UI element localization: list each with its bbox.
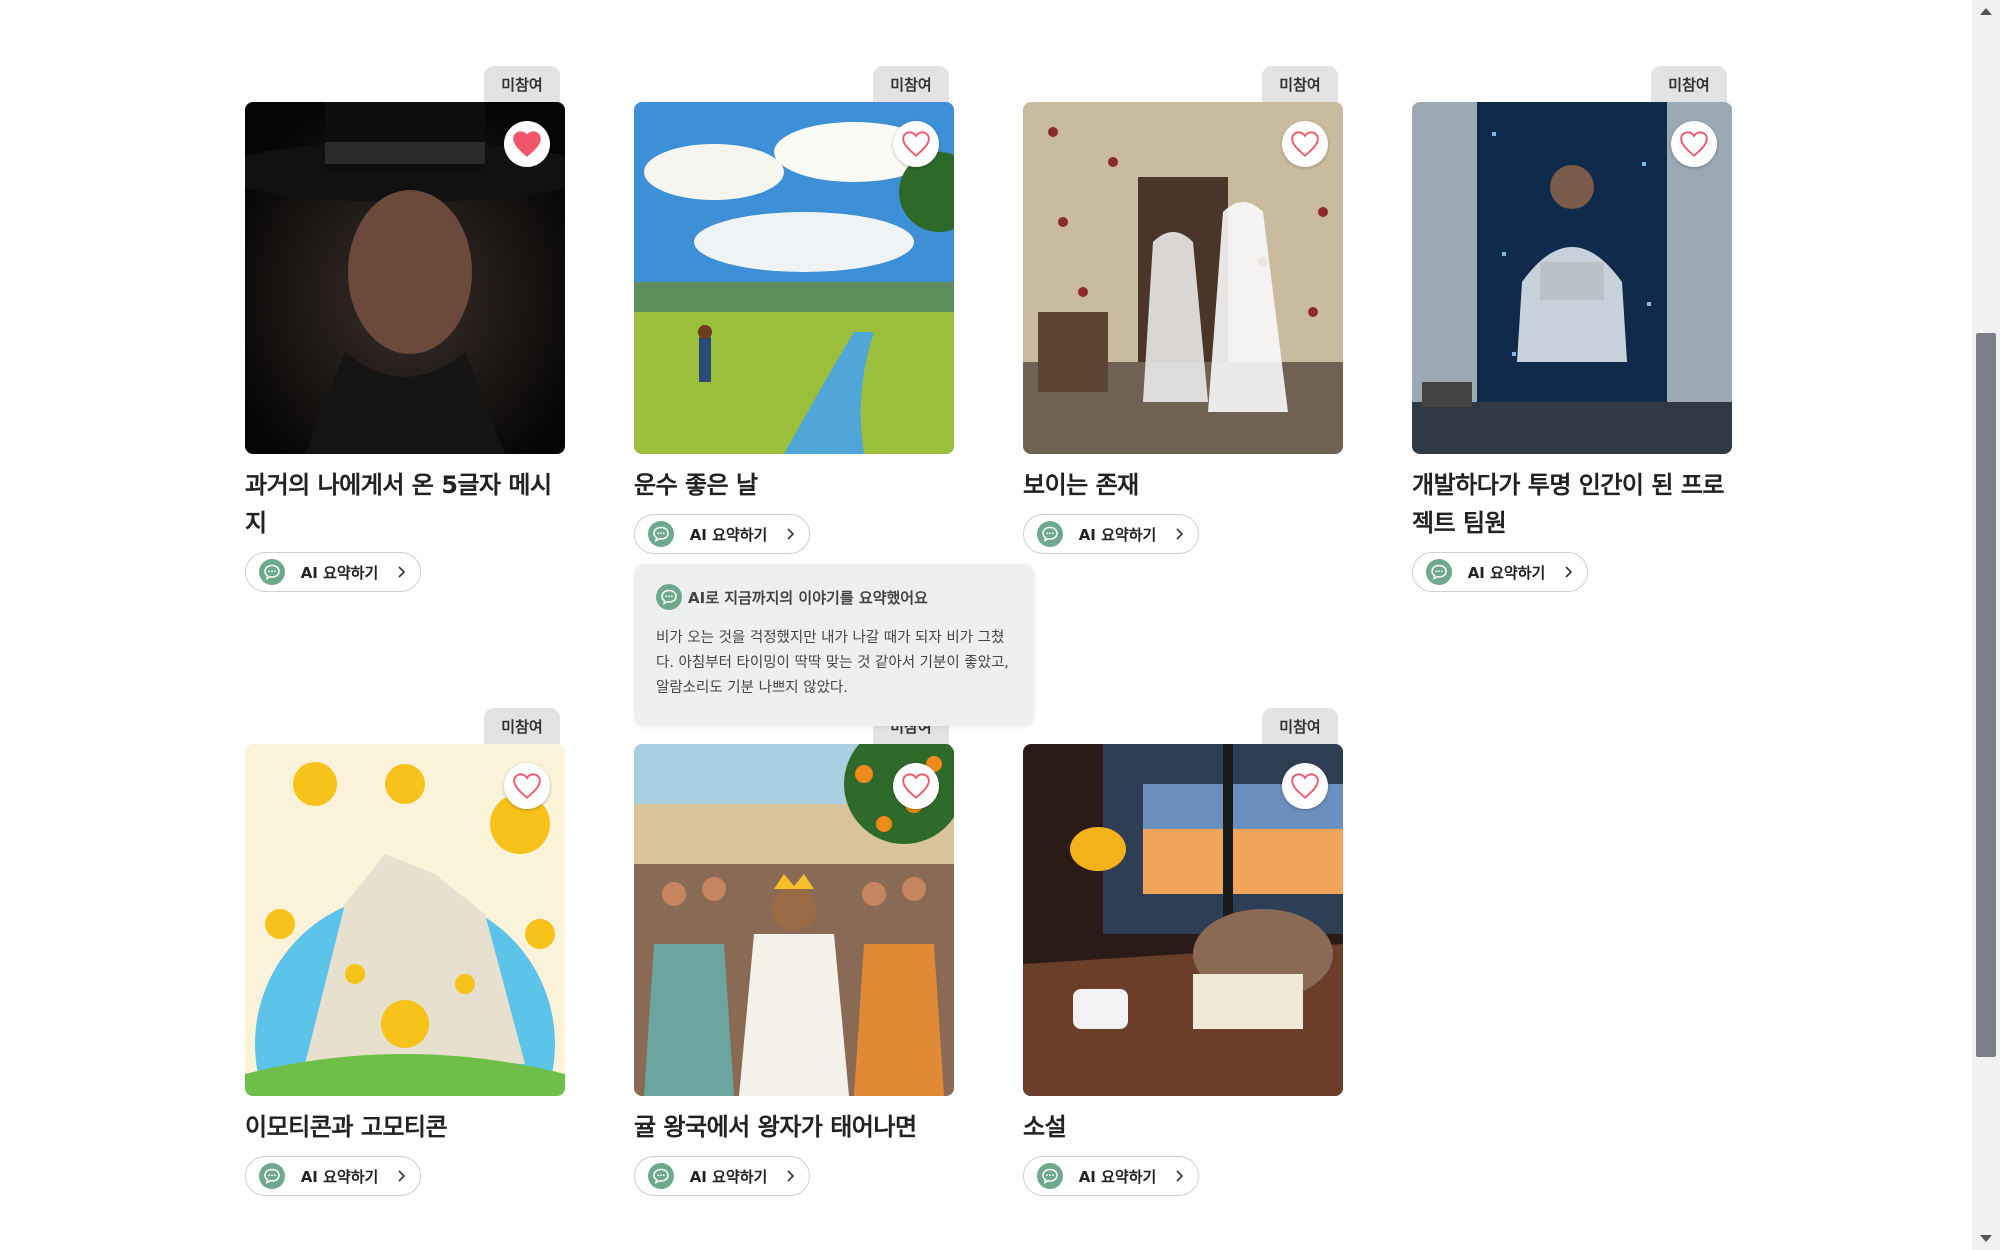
story-card[interactable]: 미참여 과거의 나에게서 온 5글자 메시지 AI 요약하기 (245, 66, 565, 592)
ai-summary-label: AI 요약하기 (300, 563, 379, 582)
story-title[interactable]: 운수 좋은 날 (634, 466, 954, 504)
vertical-scrollbar[interactable] (1972, 0, 2000, 1250)
popover-header: AI로 지금까지의 이야기를 요약했어요 (656, 584, 1012, 610)
story-title[interactable]: 귤 왕국에서 왕자가 태어나면 (634, 1108, 954, 1146)
heart-icon (902, 131, 930, 157)
story-card[interactable]: 미참여 이모티콘과 고모티콘 AI 요약하기 (245, 708, 565, 1196)
ai-summary-label: AI 요약하기 (689, 1167, 768, 1186)
ai-summary-popover: AI로 지금까지의 이야기를 요약했어요 비가 오는 것을 걱정했지만 내가 나… (634, 564, 1034, 726)
ai-summary-button[interactable]: AI 요약하기 (634, 1156, 810, 1196)
participation-badge: 미참여 (1651, 66, 1727, 102)
ai-summary-button[interactable]: AI 요약하기 (245, 1156, 421, 1196)
chat-bubble-icon (656, 584, 682, 610)
participation-badge: 미참여 (484, 708, 560, 744)
participation-badge: 미참여 (873, 66, 949, 102)
scroll-down-arrow-icon[interactable] (1980, 1235, 1992, 1242)
popover-heading: AI로 지금까지의 이야기를 요약했어요 (688, 588, 928, 607)
story-thumbnail[interactable] (245, 102, 565, 454)
chevron-right-icon (787, 528, 795, 540)
chevron-right-icon (1565, 566, 1573, 578)
chat-bubble-icon (1037, 521, 1063, 547)
story-card[interactable]: 미참여 운수 좋은 날 AI 요약하기 (634, 66, 954, 554)
story-title[interactable]: 소설 (1023, 1108, 1343, 1146)
like-button[interactable] (1282, 763, 1328, 809)
chat-bubble-icon (1426, 559, 1452, 585)
ai-summary-label: AI 요약하기 (300, 1167, 379, 1186)
heart-icon (902, 773, 930, 799)
ai-summary-label: AI 요약하기 (1078, 525, 1157, 544)
chat-bubble-icon (259, 559, 285, 585)
story-title[interactable]: 과거의 나에게서 온 5글자 메시지 (245, 466, 565, 542)
chat-bubble-icon (648, 1163, 674, 1189)
like-button[interactable] (504, 763, 550, 809)
like-button[interactable] (504, 121, 550, 167)
story-thumbnail[interactable] (634, 102, 954, 454)
ai-summary-button[interactable]: AI 요약하기 (634, 514, 810, 554)
participation-badge: 미참여 (484, 66, 560, 102)
chevron-right-icon (1176, 1170, 1184, 1182)
chevron-right-icon (1176, 528, 1184, 540)
ai-summary-button[interactable]: AI 요약하기 (245, 552, 421, 592)
ai-summary-button[interactable]: AI 요약하기 (1412, 552, 1588, 592)
scrollbar-thumb[interactable] (1976, 333, 1996, 1057)
story-card[interactable]: 미참여 소설 AI 요약하기 (1023, 708, 1343, 1196)
story-thumbnail[interactable] (634, 744, 954, 1096)
like-button[interactable] (893, 121, 939, 167)
story-card[interactable]: 미참여 보이는 존재 AI 요약하기 (1023, 66, 1343, 554)
chat-bubble-icon (1037, 1163, 1063, 1189)
chevron-right-icon (398, 566, 406, 578)
ai-summary-label: AI 요약하기 (1467, 563, 1546, 582)
chat-bubble-icon (648, 521, 674, 547)
story-title[interactable]: 이모티콘과 고모티콘 (245, 1108, 565, 1146)
story-thumbnail[interactable] (245, 744, 565, 1096)
like-button[interactable] (893, 763, 939, 809)
story-thumbnail[interactable] (1412, 102, 1732, 454)
ai-summary-button[interactable]: AI 요약하기 (1023, 1156, 1199, 1196)
story-card[interactable]: 미참여 개발하다가 투명 인간이 된 프로젝트 팀원 AI 요약하기 (1412, 66, 1732, 592)
participation-badge: 미참여 (1262, 66, 1338, 102)
heart-icon (1680, 131, 1708, 157)
ai-summary-label: AI 요약하기 (1078, 1167, 1157, 1186)
heart-icon (513, 131, 541, 157)
story-thumbnail[interactable] (1023, 102, 1343, 454)
like-button[interactable] (1671, 121, 1717, 167)
chat-bubble-icon (259, 1163, 285, 1189)
heart-icon (1291, 131, 1319, 157)
story-thumbnail[interactable] (1023, 744, 1343, 1096)
chevron-right-icon (398, 1170, 406, 1182)
heart-icon (513, 773, 541, 799)
chevron-right-icon (787, 1170, 795, 1182)
popover-summary-text: 비가 오는 것을 걱정했지만 내가 나갈 때가 되자 비가 그쳤다. 아침부터 … (656, 630, 1009, 696)
ai-summary-label: AI 요약하기 (689, 525, 768, 544)
like-button[interactable] (1282, 121, 1328, 167)
ai-summary-button[interactable]: AI 요약하기 (1023, 514, 1199, 554)
heart-icon (1291, 773, 1319, 799)
participation-badge: 미참여 (1262, 708, 1338, 744)
story-title[interactable]: 개발하다가 투명 인간이 된 프로젝트 팀원 (1412, 466, 1732, 542)
story-title[interactable]: 보이는 존재 (1023, 466, 1343, 504)
scroll-up-arrow-icon[interactable] (1980, 8, 1992, 15)
story-card[interactable]: 미참여 귤 왕국에서 왕자가 태어나면 AI 요약하기 (634, 708, 954, 1196)
